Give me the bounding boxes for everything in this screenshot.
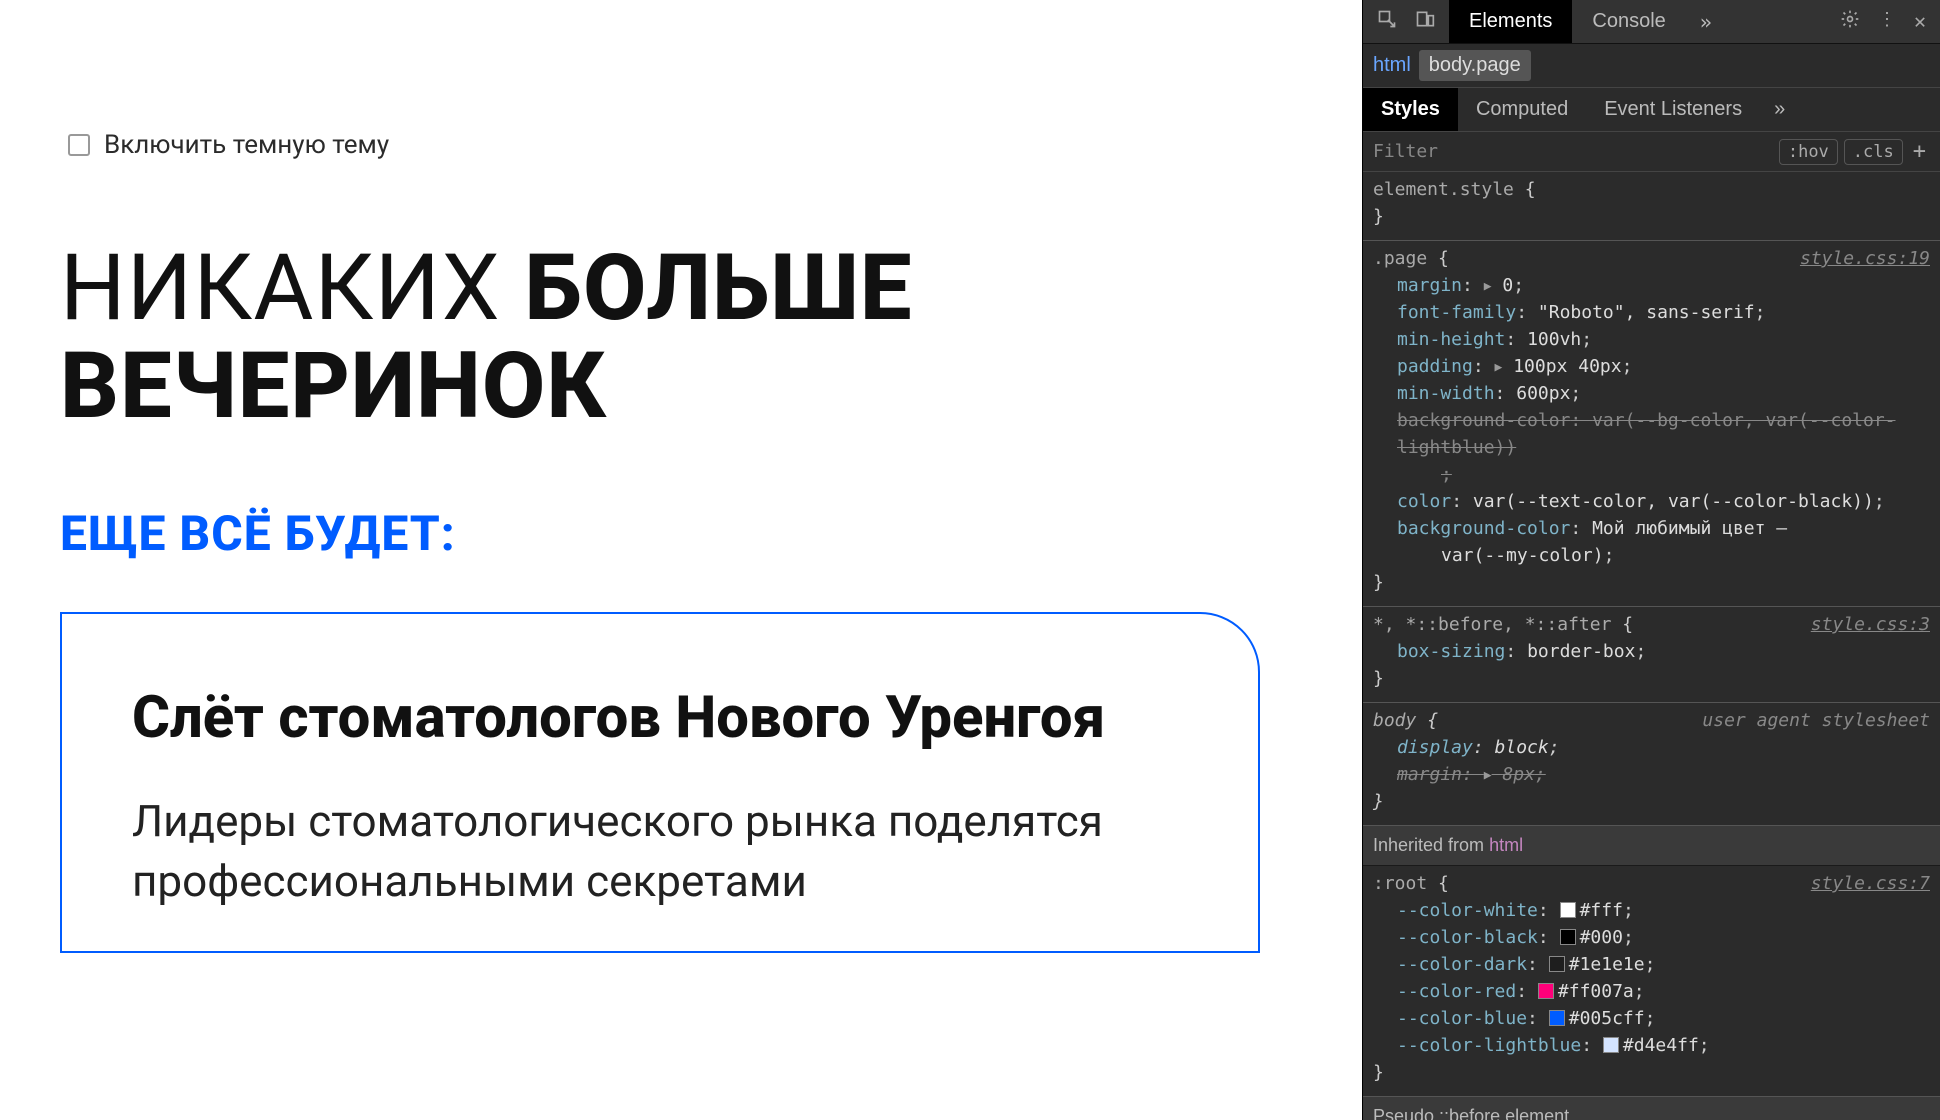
rule-element-style[interactable]: element.style { } xyxy=(1363,172,1940,240)
device-toggle-icon[interactable] xyxy=(1415,9,1435,34)
source-link[interactable]: style.css:3 xyxy=(1811,611,1930,638)
pseudo-before-section: Pseudo ::before element xyxy=(1363,1096,1940,1120)
inherited-section: Inherited from html xyxy=(1363,825,1940,866)
settings-icon[interactable] xyxy=(1840,9,1860,34)
css-custom-property[interactable]: --color-red: #ff007a; xyxy=(1397,978,1930,1005)
css-declaration[interactable]: color: var(--text-color, var(--color-bla… xyxy=(1397,488,1930,515)
css-declaration[interactable]: background-color: Мой любимый цвет –var(… xyxy=(1397,515,1930,569)
dom-breadcrumbs: html body.page xyxy=(1363,44,1940,88)
close-icon[interactable]: ✕ xyxy=(1914,9,1926,34)
devtools-toolbar: Elements Console » ⋮ ✕ xyxy=(1363,0,1940,44)
css-declaration[interactable]: font-family: "Roboto", sans-serif; xyxy=(1397,299,1930,326)
card-body: Лидеры стоматологического рынка поделятс… xyxy=(132,792,1188,911)
dark-theme-toggle[interactable]: Включить темную тему xyxy=(68,130,1302,160)
css-custom-property[interactable]: --color-white: #fff; xyxy=(1397,897,1930,924)
crumb-html[interactable]: html xyxy=(1373,54,1411,77)
styles-filter-row: Filter :hov .cls + xyxy=(1363,132,1940,172)
page-subheadline: ЕЩЕ ВСЁ БУДЕТ: xyxy=(60,505,1302,562)
tab-console[interactable]: Console xyxy=(1572,0,1685,43)
source-link[interactable]: style.css:7 xyxy=(1811,870,1930,897)
event-card: Слёт стоматологов Нового Уренгоя Лидеры … xyxy=(60,612,1260,953)
new-style-rule-button[interactable]: + xyxy=(1903,139,1930,164)
kebab-menu-icon[interactable]: ⋮ xyxy=(1878,9,1896,34)
crumb-body[interactable]: body.page xyxy=(1419,50,1531,81)
css-custom-property[interactable]: --color-blue: #005cff; xyxy=(1397,1005,1930,1032)
subtab-styles[interactable]: Styles xyxy=(1363,88,1458,131)
dark-theme-checkbox[interactable] xyxy=(68,134,90,156)
styles-pane[interactable]: element.style { } .page { style.css:19 m… xyxy=(1363,172,1940,1120)
subtab-event-listeners[interactable]: Event Listeners xyxy=(1586,88,1760,131)
tab-elements[interactable]: Elements xyxy=(1449,0,1572,43)
styles-subtabs: Styles Computed Event Listeners » xyxy=(1363,88,1940,132)
subtabs-overflow-icon[interactable]: » xyxy=(1760,98,1799,121)
source-link[interactable]: style.css:19 xyxy=(1800,245,1930,272)
devtools-panel: Elements Console » ⋮ ✕ html body.page St… xyxy=(1362,0,1940,1120)
hov-toggle[interactable]: :hov xyxy=(1779,139,1838,165)
card-title: Слёт стоматологов Нового Уренгоя xyxy=(132,684,1188,752)
rule-body-ua[interactable]: body { user agent stylesheet display: bl… xyxy=(1363,702,1940,825)
styles-filter-input[interactable]: Filter xyxy=(1373,141,1773,162)
rendered-page: Включить темную тему НИКАКИХ БОЛЬШЕ ВЕЧЕ… xyxy=(0,0,1362,1120)
css-custom-property[interactable]: --color-black: #000; xyxy=(1397,924,1930,951)
css-declaration[interactable]: padding: ▶ 100px 40px; xyxy=(1397,353,1930,380)
css-custom-property[interactable]: --color-dark: #1e1e1e; xyxy=(1397,951,1930,978)
inspect-icon[interactable] xyxy=(1377,9,1397,34)
ua-label: user agent stylesheet xyxy=(1702,707,1930,734)
css-declaration[interactable]: min-height: 100vh; xyxy=(1397,326,1930,353)
rule-box-sizing[interactable]: *, *::before, *::after { style.css:3 box… xyxy=(1363,606,1940,702)
css-declaration[interactable]: margin: ▶ 0; xyxy=(1397,272,1930,299)
cls-toggle[interactable]: .cls xyxy=(1844,139,1903,165)
rule-page[interactable]: .page { style.css:19 margin: ▶ 0;font-fa… xyxy=(1363,240,1940,606)
dark-theme-label: Включить темную тему xyxy=(104,130,389,160)
page-headline: НИКАКИХ БОЛЬШЕ ВЕЧЕРИНОК xyxy=(60,240,1302,435)
css-declaration[interactable]: min-width: 600px; xyxy=(1397,380,1930,407)
rule-root[interactable]: :root { style.css:7 --color-white: #fff;… xyxy=(1363,866,1940,1096)
tabs-overflow-icon[interactable]: » xyxy=(1686,10,1726,34)
subtab-computed[interactable]: Computed xyxy=(1458,88,1586,131)
css-declaration[interactable]: background-color: var(--bg-color, var(--… xyxy=(1397,407,1930,488)
css-custom-property[interactable]: --color-lightblue: #d4e4ff; xyxy=(1397,1032,1930,1059)
